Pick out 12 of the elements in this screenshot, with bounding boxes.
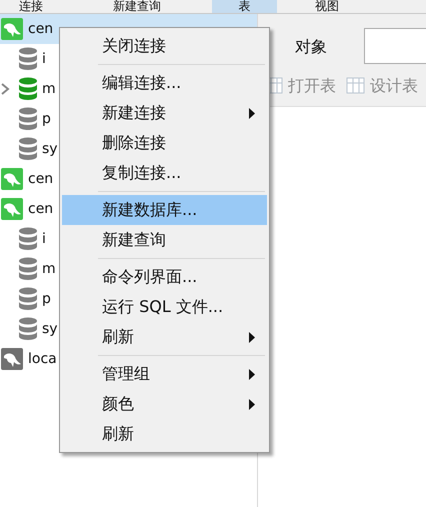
database-name: sy [42,141,58,157]
connection-name: cen [28,171,54,187]
connection-name: cen [28,21,54,37]
database-name: m [42,261,56,277]
database-name: m [42,81,56,97]
database-name: i [42,231,46,247]
database-name: p [42,291,51,307]
database-name: sy [42,321,58,337]
database-name: i [42,51,46,67]
database-name: p [42,111,51,127]
connection-name: loca [28,351,57,367]
connection-name: cen [28,201,54,217]
